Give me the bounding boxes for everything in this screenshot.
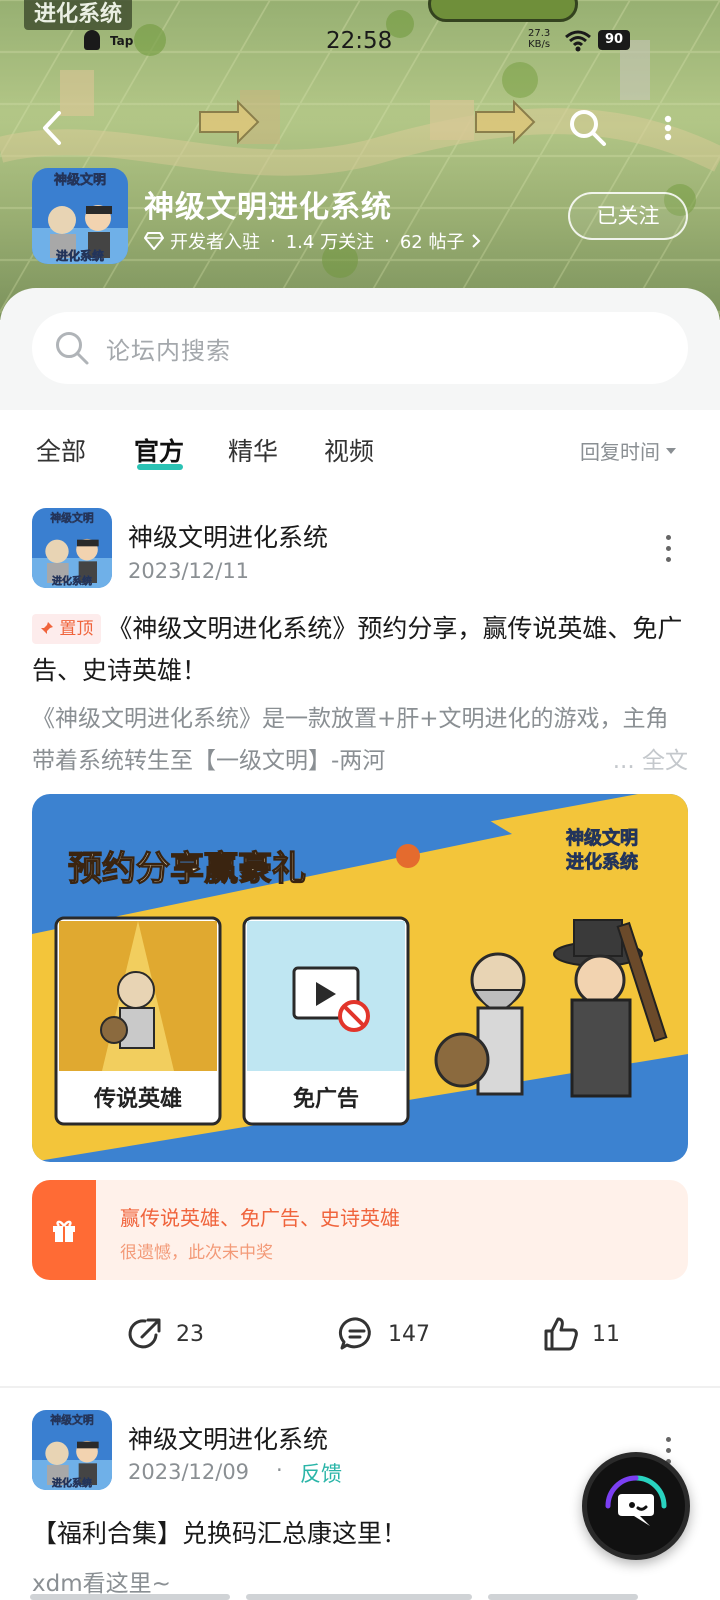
thumbs-up-icon	[544, 1317, 578, 1351]
comment-count: 147	[388, 1321, 430, 1347]
post-more-button[interactable]	[658, 528, 678, 568]
tab-featured[interactable]: 精华	[228, 432, 278, 468]
home-indicator	[246, 1594, 472, 1600]
more-options-button[interactable]	[652, 108, 684, 148]
comment-button[interactable]: 147	[338, 1312, 430, 1356]
avatar-logo-top: 神级文明	[50, 510, 93, 524]
tab-video[interactable]: 视频	[324, 432, 374, 468]
notification-icon	[84, 30, 100, 50]
more-vertical-icon	[664, 115, 672, 141]
following-button[interactable]: 已关注	[568, 192, 688, 240]
promo-artwork: 预约分享赢豪礼 神级文明 进化系统 传说英雄 免广告	[32, 794, 688, 1162]
avatar-logo-bottom: 进化系统	[56, 248, 104, 263]
search-sheet: 论坛内搜索	[0, 288, 720, 410]
post-count: 62 帖子	[399, 232, 465, 253]
post-divider	[0, 1386, 720, 1388]
share-icon	[128, 1318, 161, 1349]
pinned-badge: 置顶	[32, 614, 102, 644]
author-avatar[interactable]: 神级文明 进化系统	[32, 1410, 112, 1490]
chat-bubble-icon	[605, 1475, 667, 1526]
active-tab-indicator	[137, 464, 183, 470]
tab-official[interactable]: 官方	[134, 432, 184, 468]
wifi-icon	[565, 30, 591, 52]
post-actions: 23 147 11	[0, 1304, 720, 1364]
status-time: 22:58	[326, 28, 393, 54]
forum-meta[interactable]: 开发者入驻 · 1.4 万关注 · 62 帖子	[144, 226, 482, 256]
search-button[interactable]	[566, 106, 610, 150]
home-indicator	[30, 1594, 230, 1600]
like-count: 11	[592, 1321, 620, 1347]
back-button[interactable]	[36, 108, 68, 148]
post-author[interactable]: 神级文明进化系统	[128, 518, 328, 554]
post-author[interactable]: 神级文明进化系统	[128, 1420, 328, 1456]
share-button[interactable]: 23	[126, 1312, 204, 1356]
post-excerpt[interactable]: xdm看这里~	[32, 1564, 171, 1598]
back-arrow-icon	[43, 111, 61, 145]
chevron-right-icon	[472, 234, 481, 248]
post-date: 2023/12/11	[128, 559, 250, 583]
sort-dropdown[interactable]: 回复时间	[580, 436, 676, 465]
post-title-text: 《神级文明进化系统》预约分享，赢传说英雄、免广告、史诗英雄！	[32, 614, 683, 685]
tap-badge: Tap	[110, 34, 134, 48]
lottery-card[interactable]: 赢传说英雄、免广告、史诗英雄 很遗憾，此次未中奖	[32, 1180, 688, 1280]
forum-header-banner: 进化系统 Tap 22:58 27.3 KB/s 90 神级文明 进化系统 神级…	[0, 0, 720, 320]
search-icon	[570, 110, 606, 146]
post-excerpt[interactable]: 《神级文明进化系统》是一款放置+肝+文明进化的游戏，主角带着系统转生至【一级文明…	[32, 698, 688, 782]
game-app-icon: 神级文明 进化系统	[32, 168, 128, 264]
card-no-ads: 免广告	[293, 1086, 359, 1112]
game-logo-image: 神级文明 进化系统	[32, 1410, 112, 1490]
sort-label: 回复时间	[580, 440, 660, 464]
post-title[interactable]: 置顶 《神级文明进化系统》预约分享，赢传说英雄、免广告、史诗英雄！	[32, 608, 688, 692]
pin-icon	[41, 622, 53, 634]
airship-decoration	[428, 0, 578, 22]
promo-logo-line2: 进化系统	[566, 851, 638, 873]
promo-logo-line1: 神级文明	[566, 827, 638, 849]
home-indicator	[488, 1594, 638, 1600]
floating-chat-button[interactable]	[582, 1452, 690, 1560]
forum-title: 神级文明进化系统	[144, 190, 392, 225]
avatar-logo-top: 神级文明	[54, 172, 106, 188]
card-legend-hero: 传说英雄	[93, 1086, 182, 1112]
game-logo-image: 神级文明 进化系统	[32, 508, 112, 588]
game-logo-image: 神级文明 进化系统	[32, 168, 128, 264]
follower-count: 1.4 万关注	[285, 232, 375, 253]
avatar-logo-bottom: 进化系统	[52, 575, 92, 588]
status-bar: Tap 22:58 27.3 KB/s 90	[0, 22, 720, 62]
post-title[interactable]: 【福利合集】兑换码汇总康这里！	[32, 1514, 407, 1550]
author-avatar[interactable]: 神级文明 进化系统	[32, 508, 112, 588]
caret-down-icon	[666, 447, 676, 454]
tab-all[interactable]: 全部	[36, 432, 86, 468]
diamond-verified-icon	[144, 232, 164, 250]
avatar-logo-bottom: 进化系统	[52, 1477, 92, 1490]
comment-icon	[338, 1317, 371, 1350]
gift-icon	[53, 1220, 75, 1242]
post-date: 2023/12/09	[128, 1460, 250, 1484]
read-more-link[interactable]: ... 全文	[608, 740, 688, 782]
battery-indicator: 90	[598, 30, 630, 50]
gift-box	[32, 1180, 96, 1280]
post-banner-image[interactable]: 预约分享赢豪礼 神级文明 进化系统 传说英雄 免广告	[32, 794, 688, 1162]
avatar-logo-top: 神级文明	[50, 1412, 93, 1426]
network-speed: 27.3 KB/s	[528, 28, 551, 50]
like-button[interactable]: 11	[542, 1312, 620, 1356]
developer-badge: 开发者入驻	[170, 232, 260, 253]
post-category-tag[interactable]: 反馈	[300, 1458, 342, 1488]
lottery-result: 很遗憾，此次未中奖	[120, 1243, 273, 1263]
promo-headline: 预约分享赢豪礼	[68, 849, 306, 889]
search-placeholder: 论坛内搜索	[106, 336, 231, 365]
search-icon	[56, 332, 89, 365]
lottery-prizes: 赢传说英雄、免广告、史诗英雄	[120, 1206, 400, 1230]
meta-separator: ·	[276, 1458, 283, 1482]
forum-search-input[interactable]: 论坛内搜索	[32, 312, 688, 384]
forum-tabs: 全部 官方 精华 视频 回复时间	[0, 410, 720, 490]
share-count: 23	[176, 1321, 204, 1347]
